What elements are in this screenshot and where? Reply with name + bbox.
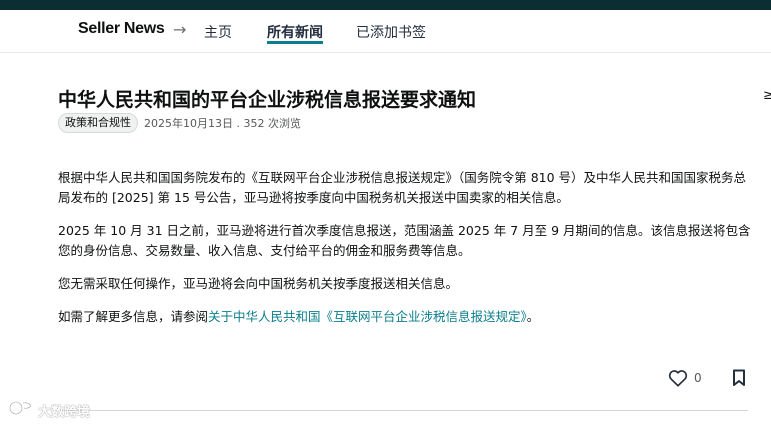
regulation-link[interactable]: 关于中华人民共和国《互联网平台企业涉税信息报送规定》 xyxy=(208,309,527,324)
top-dark-bar xyxy=(0,0,771,10)
tab-bookmarked[interactable]: 已添加书签 xyxy=(356,22,426,42)
like-count: 0 xyxy=(694,371,702,385)
article-meta: 政策和合规性 2025年10月13日 . 352 次浏览 xyxy=(58,113,301,133)
article-body: 根据中华人民共和国国务院发布的《互联网平台企业涉税信息报送规定》（国务院令第 8… xyxy=(58,168,753,340)
paragraph-4-suffix: 。 xyxy=(526,309,540,324)
edge-glyph: ≥ xyxy=(763,88,771,103)
paragraph-3: 您无需采取任何操作，亚马逊将会向中国税务机关按季度报送相关信息。 xyxy=(58,276,459,291)
watermark: 大数跨境 xyxy=(8,400,90,420)
top-navigation: Seller News → 主页 所有新闻 已添加书签 xyxy=(0,10,771,53)
publish-date-views: 2025年10月13日 . 352 次浏览 xyxy=(144,117,301,130)
paragraph-2: 2025 年 10 月 31 日之前，亚马逊将进行首次季度信息报送，范围涵盖 2… xyxy=(58,223,751,258)
tab-home[interactable]: 主页 xyxy=(204,22,232,42)
watermark-logo-icon xyxy=(8,400,34,420)
heart-outline-icon[interactable] xyxy=(668,369,688,387)
article-actions: 0 xyxy=(668,367,746,389)
article-title: 中华人民共和国的平台企业涉税信息报送要求通知 xyxy=(58,89,477,111)
paragraph-1: 根据中华人民共和国国务院发布的《互联网平台企业涉税信息报送规定》（国务院令第 8… xyxy=(58,170,747,205)
watermark-text: 大数跨境 xyxy=(38,404,91,420)
tab-all-news[interactable]: 所有新闻 xyxy=(267,22,323,42)
bottom-divider xyxy=(58,410,748,411)
paragraph-4: 如需了解更多信息，请参阅关于中华人民共和国《互联网平台企业涉税信息报送规定》。 xyxy=(58,307,753,327)
arrow-right-icon: → xyxy=(173,20,187,39)
bookmark-outline-icon[interactable] xyxy=(732,369,746,387)
active-tab-indicator xyxy=(267,41,323,44)
paragraph-4-prefix: 如需了解更多信息，请参阅 xyxy=(58,309,209,324)
category-badge[interactable]: 政策和合规性 xyxy=(58,113,138,133)
brand-logo[interactable]: Seller News xyxy=(78,20,165,38)
